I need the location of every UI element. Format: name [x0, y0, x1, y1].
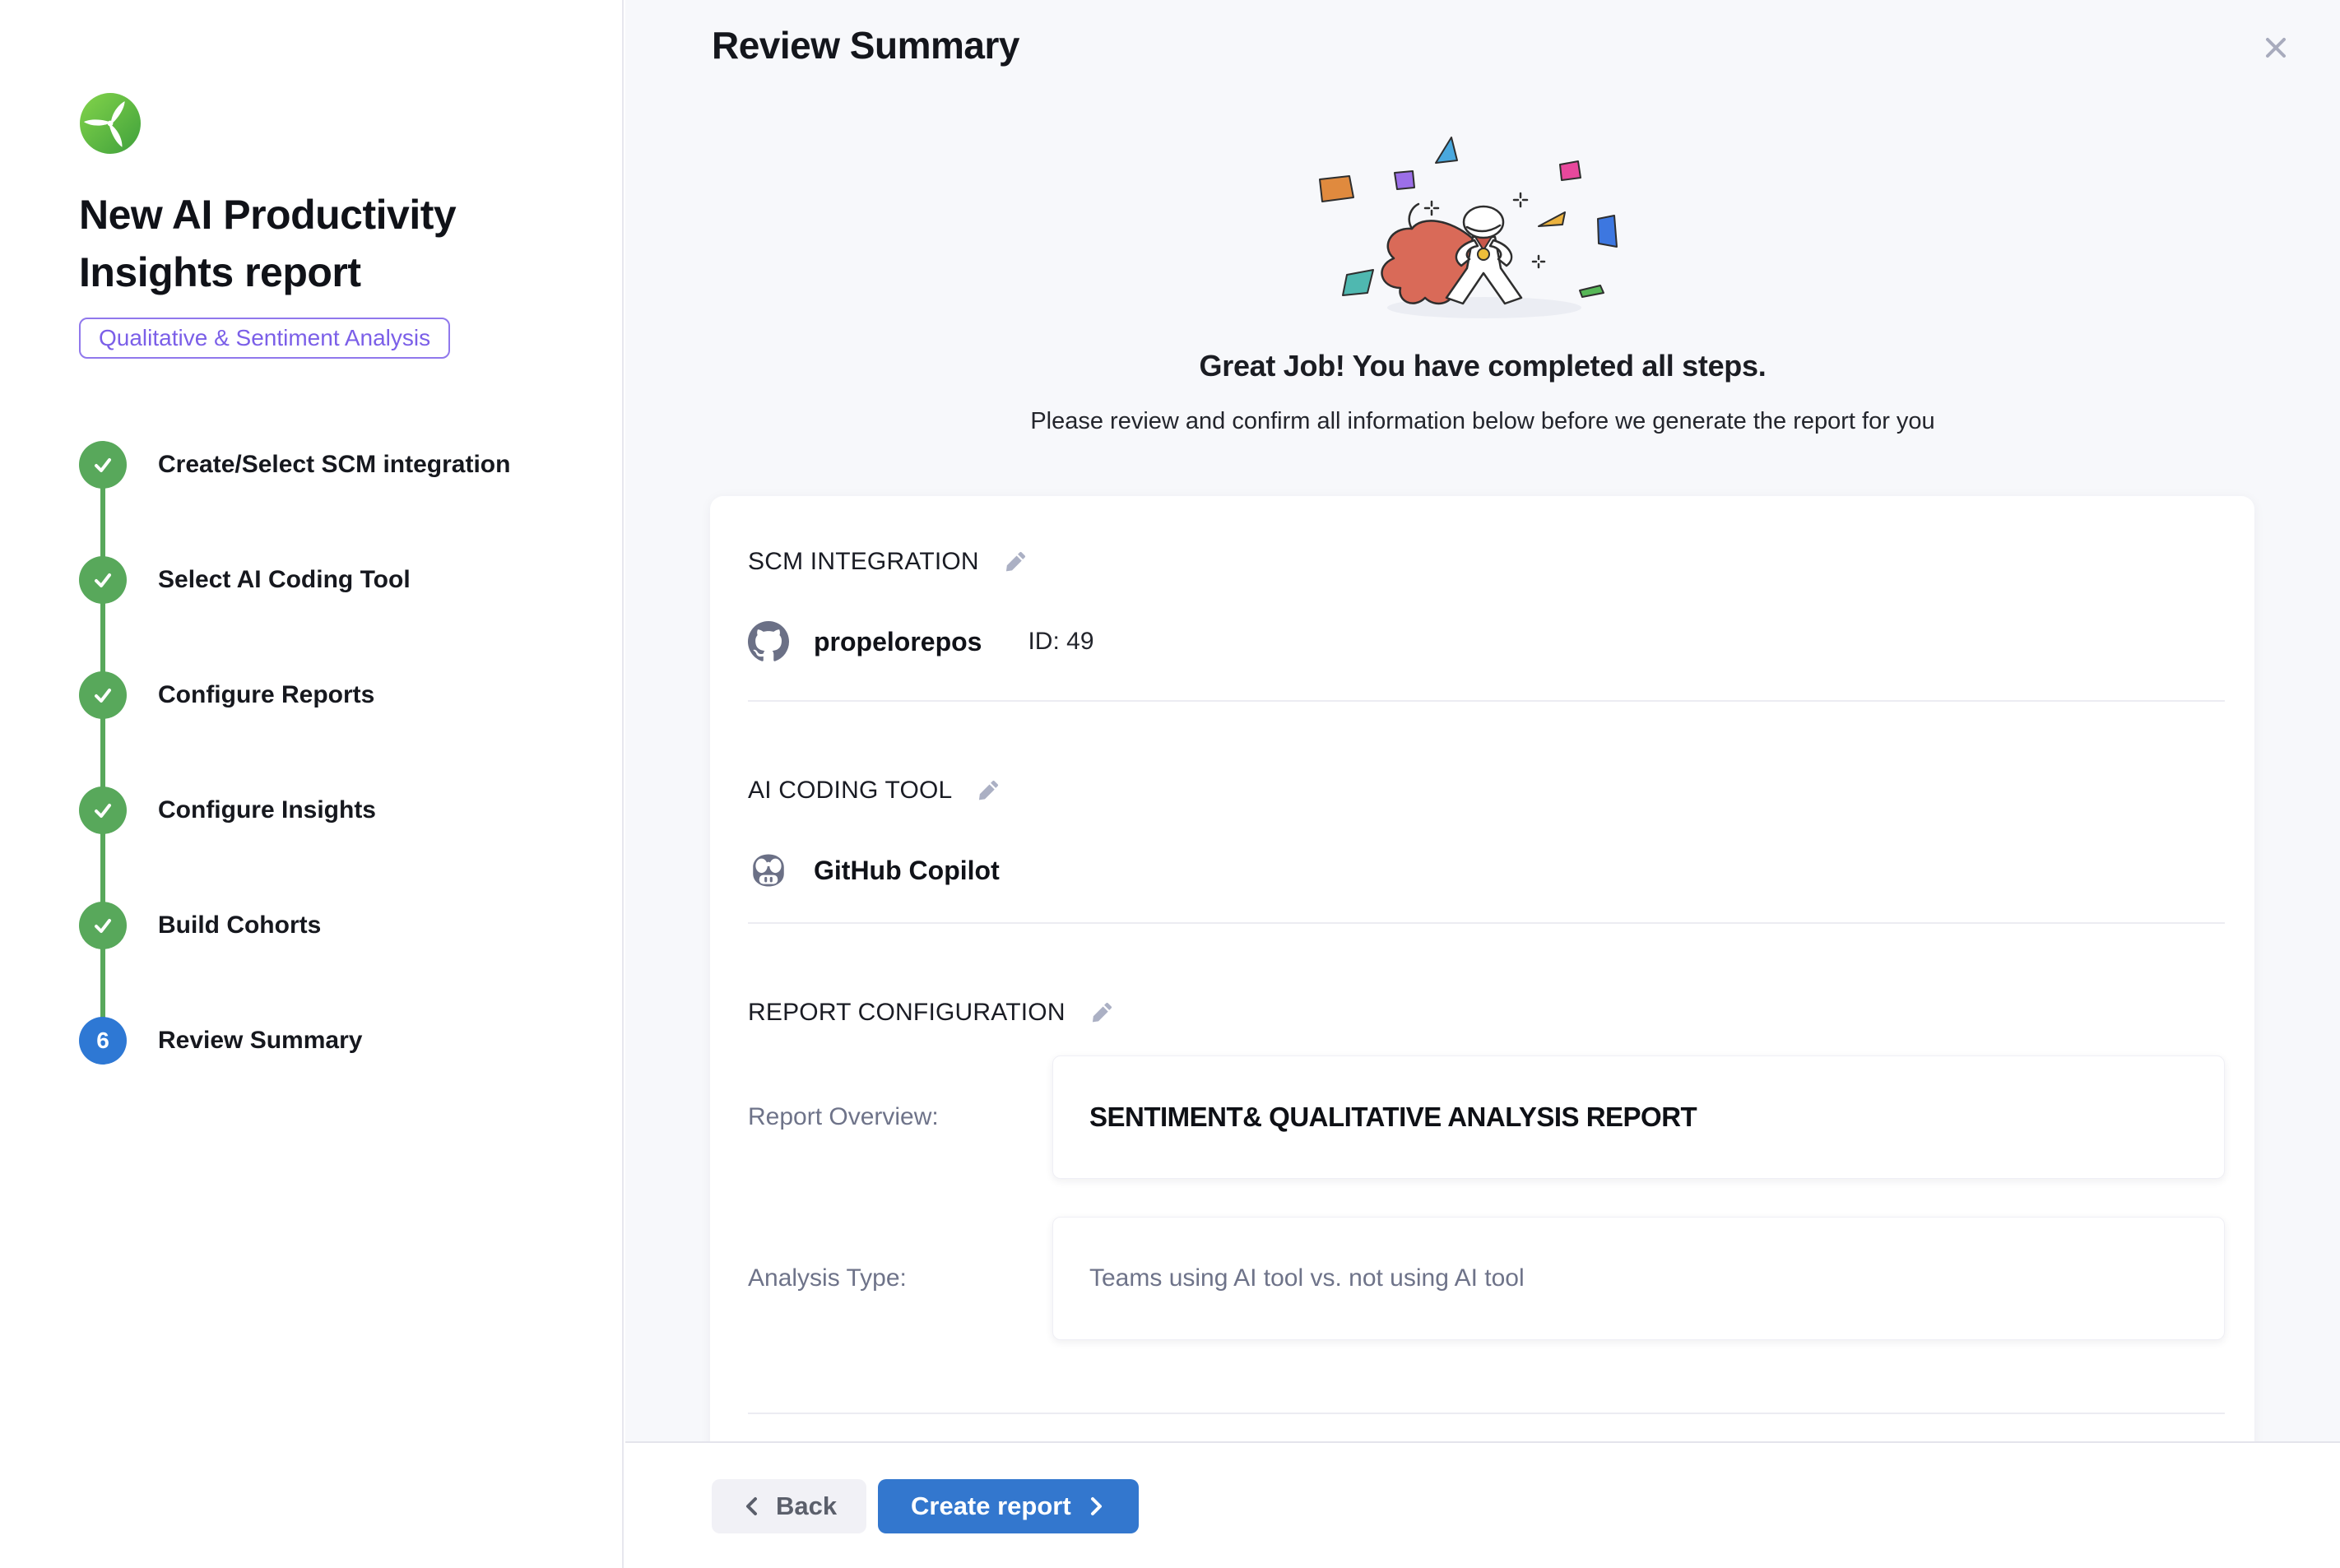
- step-label: Select AI Coding Tool: [158, 566, 411, 594]
- step-label: Create/Select SCM integration: [158, 451, 510, 479]
- ai-tool-row: GitHub Copilot: [748, 850, 2225, 891]
- chevron-right-icon: [1086, 1494, 1106, 1519]
- edit-pencil-icon: [1089, 1000, 1115, 1026]
- close-icon: [2259, 31, 2292, 64]
- github-icon: [748, 621, 789, 662]
- report-config-section-header: REPORT CONFIGURATION: [748, 998, 2225, 1028]
- section-divider: [748, 922, 2225, 924]
- check-icon: [79, 556, 127, 604]
- step-item-select-ai-coding-tool[interactable]: Select AI Coding Tool: [79, 522, 573, 638]
- create-report-button[interactable]: Create report: [878, 1479, 1139, 1533]
- report-config-section-label: REPORT CONFIGURATION: [748, 999, 1066, 1027]
- create-report-label: Create report: [911, 1491, 1071, 1521]
- check-icon: [79, 671, 127, 719]
- step-item-create-select-scm-integration[interactable]: Create/Select SCM integration: [79, 407, 573, 522]
- congrats-subheading: Please review and confirm all informatio…: [625, 408, 2340, 435]
- section-divider: [748, 700, 2225, 702]
- analysis-type-label: Analysis Type:: [748, 1264, 1052, 1292]
- edit-scm-button[interactable]: [1001, 547, 1030, 577]
- congrats-heading: Great Job! You have completed all steps.: [625, 349, 2340, 383]
- analysis-type-row: Analysis Type: Teams using AI tool vs. n…: [748, 1217, 2225, 1340]
- step-list: Create/Select SCM integration Select AI …: [79, 407, 573, 1098]
- scm-integration-name: propelorepos: [814, 627, 982, 657]
- back-button[interactable]: Back: [712, 1479, 866, 1533]
- report-overview-value: SENTIMENT& QUALITATIVE ANALYSIS REPORT: [1052, 1055, 2225, 1179]
- footer-bar: Back Create report: [625, 1441, 2340, 1568]
- step-label: Review Summary: [158, 1027, 362, 1055]
- check-icon: [79, 441, 127, 489]
- close-button[interactable]: [2256, 28, 2296, 67]
- page-title: Review Summary: [712, 23, 1019, 67]
- step-item-configure-reports[interactable]: Configure Reports: [79, 638, 573, 753]
- check-icon: [79, 902, 127, 949]
- report-type-badge: Qualitative & Sentiment Analysis: [79, 318, 450, 359]
- ai-tool-name: GitHub Copilot: [814, 856, 1000, 886]
- copilot-icon: [748, 850, 789, 891]
- section-divider: [748, 1413, 2225, 1414]
- step-number: 6: [96, 1028, 109, 1054]
- ai-tool-section-header: AI CODING TOOL: [748, 776, 2225, 805]
- report-overview-row: Report Overview: SENTIMENT& QUALITATIVE …: [748, 1055, 2225, 1179]
- report-overview-label: Report Overview:: [748, 1103, 1052, 1131]
- ai-tool-section-label: AI CODING TOOL: [748, 777, 952, 805]
- propeller-logo-icon: [79, 92, 142, 155]
- chevron-left-icon: [741, 1494, 763, 1519]
- check-icon: [79, 786, 127, 834]
- edit-report-config-button[interactable]: [1087, 998, 1117, 1028]
- celebration-illustration: [1277, 122, 1688, 336]
- step-label: Configure Reports: [158, 681, 374, 709]
- edit-pencil-icon: [975, 777, 1001, 804]
- scm-integration-row: propelorepos ID: 49: [748, 621, 2225, 662]
- review-summary-panel: Review Summary: [625, 0, 2340, 1441]
- step-number-badge: 6: [79, 1017, 127, 1065]
- scm-section-label: SCM INTEGRATION: [748, 548, 979, 576]
- step-label: Build Cohorts: [158, 912, 321, 939]
- back-button-label: Back: [776, 1491, 837, 1521]
- edit-pencil-icon: [1002, 549, 1028, 575]
- step-item-review-summary[interactable]: 6 Review Summary: [79, 983, 573, 1098]
- wizard-title: New AI Productivity Insights report: [79, 186, 523, 301]
- sidebar: New AI Productivity Insights report Qual…: [0, 0, 624, 1568]
- scm-section-header: SCM INTEGRATION: [748, 496, 2225, 577]
- step-label: Configure Insights: [158, 796, 376, 824]
- step-item-build-cohorts[interactable]: Build Cohorts: [79, 868, 573, 983]
- analysis-type-value: Teams using AI tool vs. not using AI too…: [1052, 1217, 2225, 1340]
- edit-ai-tool-button[interactable]: [973, 776, 1003, 805]
- scm-integration-id: ID: 49: [1028, 628, 1093, 656]
- summary-card: SCM INTEGRATION propelorepos ID: 49: [710, 496, 2254, 1441]
- step-item-configure-insights[interactable]: Configure Insights: [79, 753, 573, 868]
